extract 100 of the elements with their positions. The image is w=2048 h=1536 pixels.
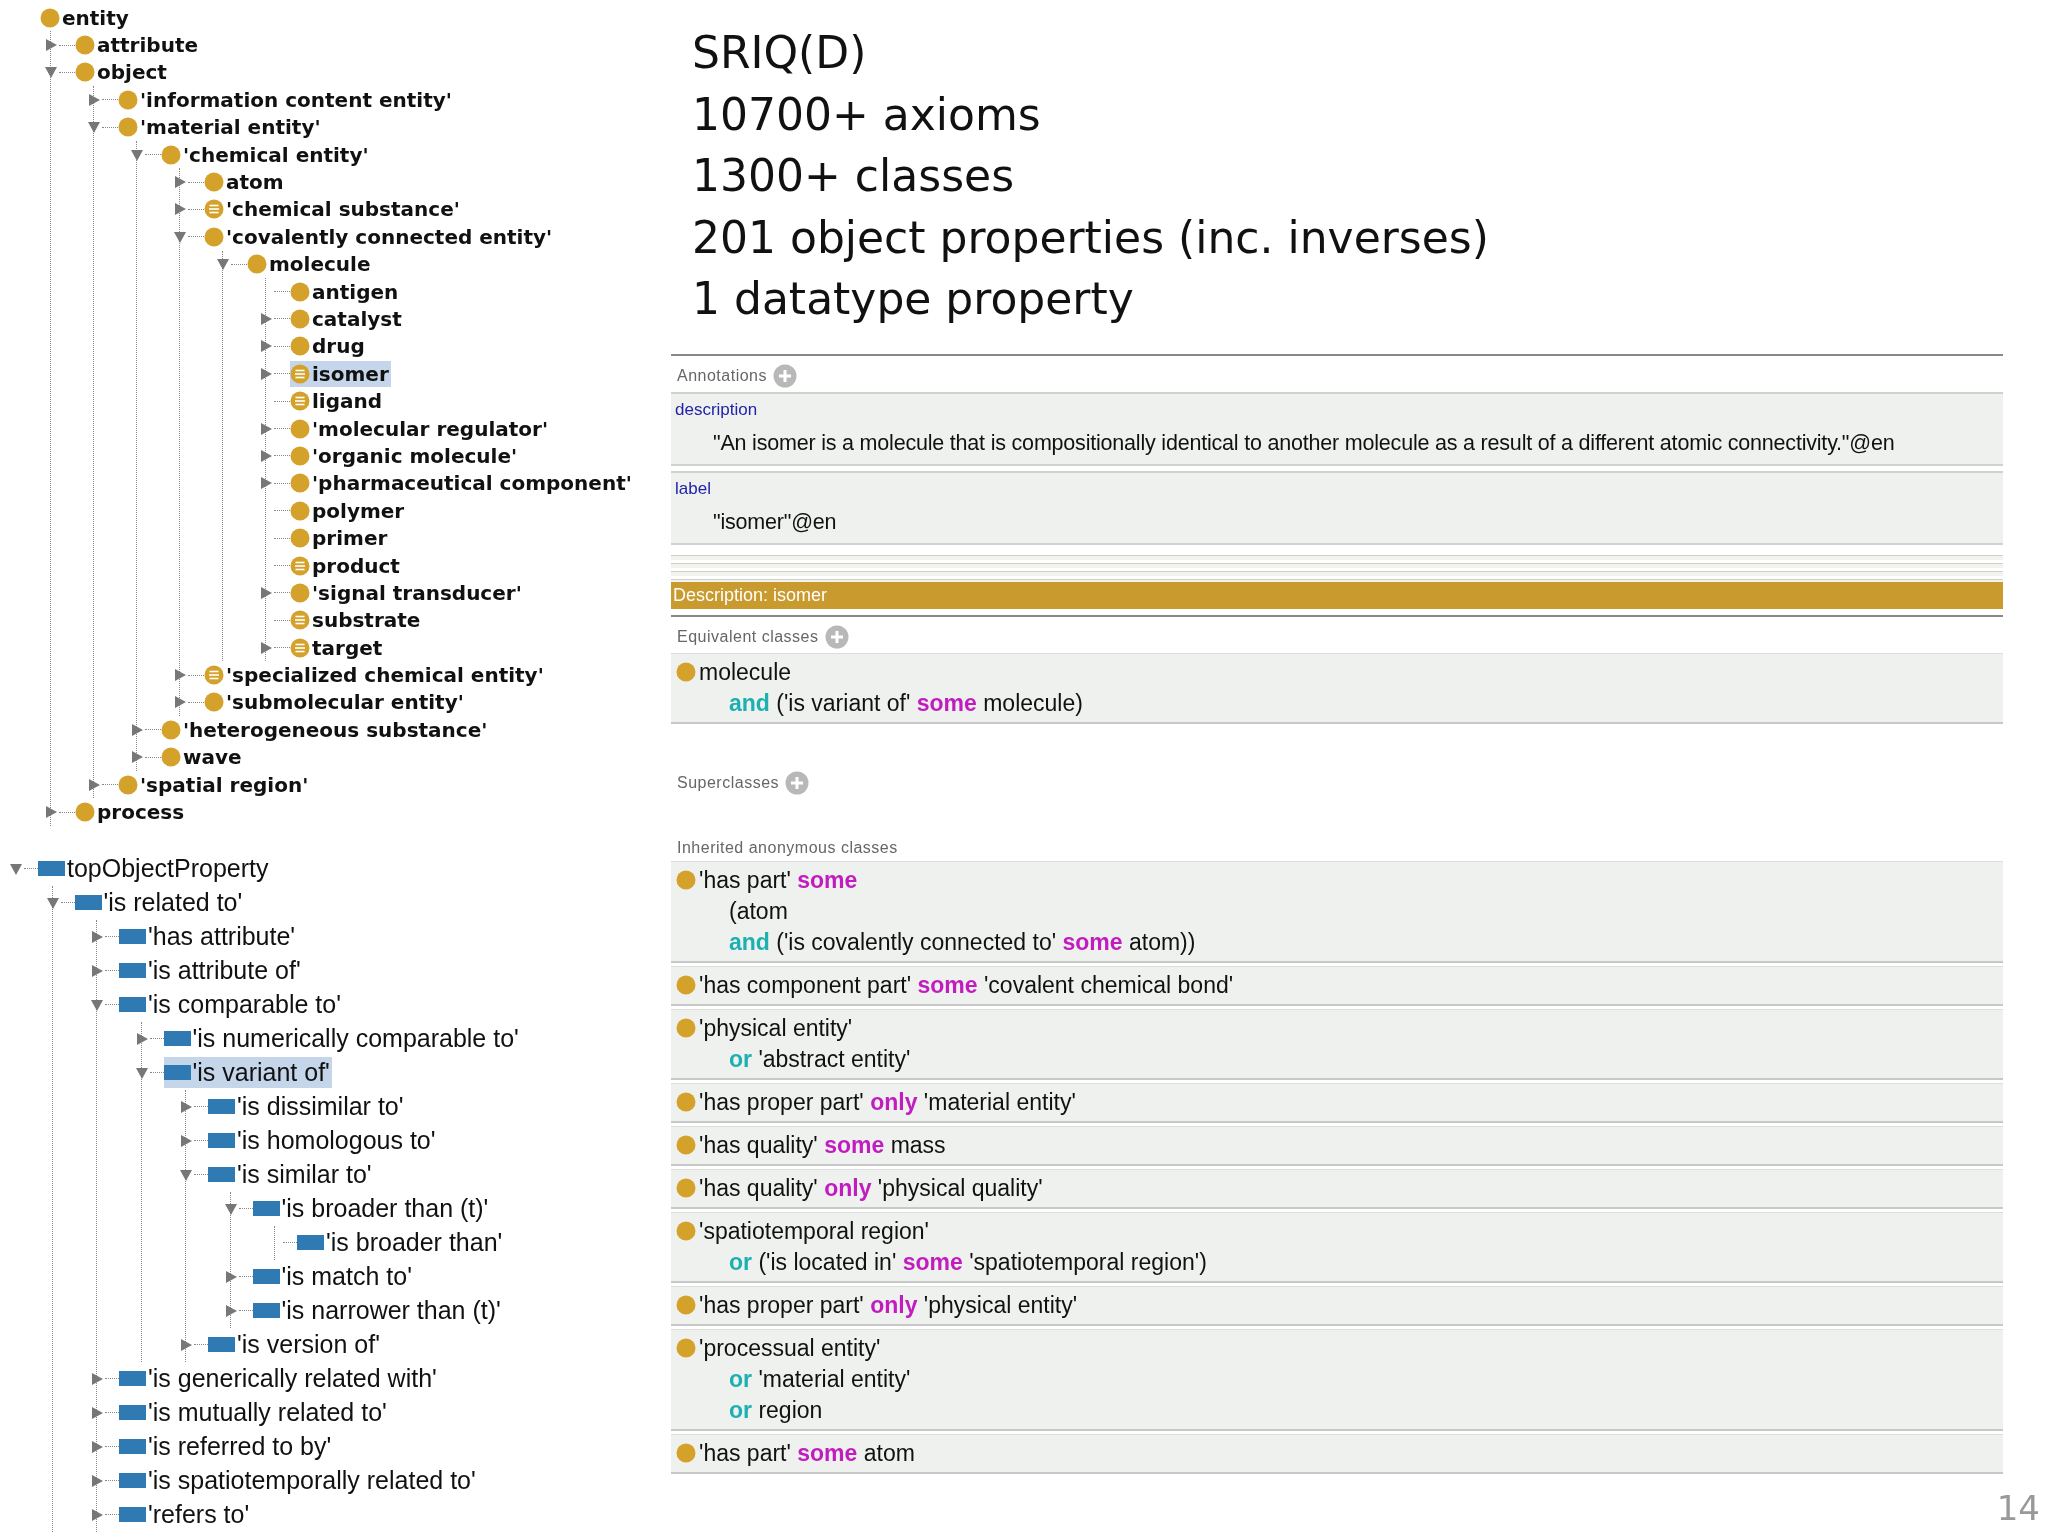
tree-item[interactable]: molecule	[247, 251, 373, 278]
expand-arrow-icon[interactable]	[90, 963, 104, 978]
expand-arrow-icon[interactable]	[90, 929, 104, 944]
expand-arrow-icon[interactable]	[90, 1405, 104, 1420]
tree-item[interactable]: 'spatial region'	[118, 771, 311, 798]
tree-item[interactable]: 'is attribute of'	[119, 955, 303, 987]
expand-arrow-icon[interactable]	[173, 175, 187, 190]
tree-item[interactable]: 'is match to'	[252, 1261, 414, 1293]
tree-item[interactable]: 'is narrower than (t)'	[252, 1295, 503, 1327]
expand-arrow-icon[interactable]	[173, 202, 187, 217]
tree-item[interactable]: 'has attribute'	[119, 921, 298, 953]
tree-item[interactable]: isomer	[290, 360, 391, 387]
tree-item[interactable]: 'is variant of'	[163, 1057, 332, 1089]
tree-item[interactable]: 'is dissimilar to'	[208, 1091, 406, 1123]
tree-item[interactable]: 'is mutually related to'	[119, 1397, 389, 1429]
collapse-arrow-icon[interactable]	[90, 997, 104, 1012]
tree-item[interactable]: 'covalently connected entity'	[204, 223, 555, 250]
annotation-property[interactable]: description	[675, 399, 2003, 421]
expression-line: (atom	[728, 897, 789, 926]
tree-item[interactable]: product	[290, 552, 402, 579]
collapse-arrow-icon[interactable]	[45, 895, 60, 910]
collapse-arrow-icon[interactable]	[44, 65, 58, 80]
expand-arrow-icon[interactable]	[259, 366, 273, 381]
tree-item[interactable]: 'is similar to'	[208, 1159, 374, 1191]
expand-arrow-icon[interactable]	[90, 1371, 104, 1386]
tree-item[interactable]: 'refers to'	[119, 1499, 252, 1531]
tree-item[interactable]: topObjectProperty	[38, 853, 271, 885]
expand-arrow-icon[interactable]	[223, 1303, 238, 1318]
expand-arrow-icon[interactable]	[223, 1269, 238, 1284]
tree-item[interactable]: object	[75, 59, 169, 86]
section-header: Equivalent classes	[677, 628, 819, 646]
slide-text: 1300+ classes	[692, 149, 1016, 203]
tree-item[interactable]: 'chemical substance'	[204, 196, 462, 223]
tree-item[interactable]: atom	[204, 169, 286, 196]
tree-item[interactable]: 'material entity'	[118, 114, 323, 141]
tree-item[interactable]: 'is broader than'	[297, 1227, 505, 1259]
expand-arrow-icon[interactable]	[87, 777, 101, 792]
expand-arrow-icon[interactable]	[179, 1133, 193, 1148]
expand-arrow-icon[interactable]	[90, 1507, 104, 1522]
expand-arrow-icon[interactable]	[259, 448, 273, 463]
tree-item[interactable]: 'information content entity'	[118, 86, 454, 113]
tree-item[interactable]: attribute	[75, 32, 200, 59]
tree-item[interactable]: catalyst	[290, 306, 404, 332]
expand-arrow-icon[interactable]	[44, 38, 58, 53]
expand-arrow-icon[interactable]	[259, 312, 273, 326]
collapse-arrow-icon[interactable]	[87, 120, 101, 135]
tree-item[interactable]: polymer	[290, 497, 407, 524]
tree-item[interactable]: ligand	[290, 388, 385, 415]
collapse-arrow-icon[interactable]	[216, 257, 230, 272]
tree-item[interactable]: 'organic molecule'	[290, 442, 520, 469]
expand-arrow-icon[interactable]	[179, 1099, 193, 1114]
expand-arrow-icon[interactable]	[259, 476, 273, 491]
expand-arrow-icon[interactable]	[259, 339, 273, 354]
expand-arrow-icon[interactable]	[173, 695, 187, 710]
tree-item[interactable]: drug	[290, 333, 367, 360]
tree-item[interactable]: substrate	[290, 607, 423, 634]
tree-item[interactable]: 'pharmaceutical component'	[290, 470, 634, 497]
expand-arrow-icon[interactable]	[130, 722, 144, 737]
tree-item[interactable]: primer	[290, 525, 390, 552]
expand-arrow-icon[interactable]	[173, 668, 187, 683]
collapse-arrow-icon[interactable]	[9, 861, 23, 876]
tree-item[interactable]: process	[75, 799, 187, 825]
collapse-arrow-icon[interactable]	[173, 229, 187, 244]
tree-item[interactable]: 'is generically related with'	[119, 1363, 439, 1395]
tree-item[interactable]: 'is spatiotemporally related to'	[119, 1465, 478, 1497]
tree-item[interactable]: 'is comparable to'	[119, 989, 343, 1021]
collapse-arrow-icon[interactable]	[223, 1201, 238, 1216]
expand-arrow-icon[interactable]	[179, 1337, 193, 1352]
tree-item[interactable]: 'is related to'	[74, 887, 245, 919]
expand-arrow-icon[interactable]	[259, 640, 273, 655]
collapse-arrow-icon[interactable]	[130, 147, 144, 162]
class-icon	[676, 1295, 696, 1315]
expand-arrow-icon[interactable]	[90, 1439, 104, 1454]
tree-item[interactable]: 'is version of'	[208, 1329, 382, 1361]
tree-item[interactable]: 'is numerically comparable to'	[163, 1023, 521, 1055]
tree-item[interactable]: 'signal transducer'	[290, 579, 524, 606]
tree-item[interactable]: 'heterogeneous substance'	[161, 716, 490, 743]
collapse-arrow-icon[interactable]	[179, 1167, 193, 1182]
tree-item[interactable]: wave	[161, 744, 244, 771]
expand-arrow-icon[interactable]	[90, 1473, 104, 1488]
tree-item[interactable]: 'is homologous to'	[208, 1125, 438, 1157]
expand-arrow-icon[interactable]	[130, 750, 144, 765]
class-icon	[161, 719, 181, 740]
annotation-property[interactable]: label	[675, 478, 2003, 500]
tree-item[interactable]: target	[290, 634, 385, 661]
tree-item[interactable]: 'chemical entity'	[161, 141, 371, 168]
tree-item[interactable]: 'molecular regulator'	[290, 415, 550, 442]
tree-item[interactable]: 'is broader than (t)'	[252, 1193, 491, 1225]
tree-item[interactable]: entity	[40, 4, 131, 31]
tree-item[interactable]: antigen	[290, 278, 401, 305]
expand-arrow-icon[interactable]	[44, 805, 58, 819]
tree-item[interactable]: 'submolecular entity'	[204, 689, 466, 716]
class-icon	[161, 747, 181, 768]
tree-item[interactable]: 'is referred to by'	[119, 1431, 334, 1463]
expand-arrow-icon[interactable]	[134, 1031, 149, 1046]
collapse-arrow-icon[interactable]	[134, 1065, 149, 1080]
expand-arrow-icon[interactable]	[87, 92, 101, 107]
expand-arrow-icon[interactable]	[259, 585, 273, 600]
tree-item[interactable]: 'specialized chemical entity'	[204, 662, 546, 689]
expand-arrow-icon[interactable]	[259, 421, 273, 436]
